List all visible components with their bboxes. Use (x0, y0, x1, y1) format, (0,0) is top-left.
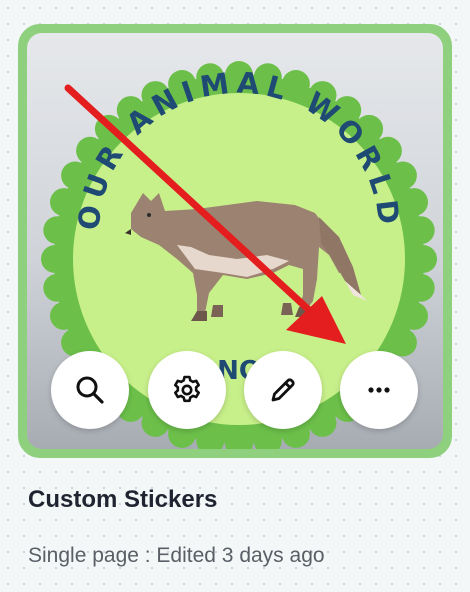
edit-button[interactable] (244, 351, 322, 429)
design-thumbnail[interactable]: OUR ANIMAL WORLD NO (27, 33, 443, 449)
design-card[interactable]: OUR ANIMAL WORLD NO (18, 24, 452, 458)
design-meta: Single page : Edited 3 days ago (28, 544, 325, 567)
search-button[interactable] (51, 351, 129, 429)
more-options-button[interactable] (340, 351, 418, 429)
gear-icon (174, 375, 200, 403)
hover-actions (27, 33, 443, 449)
search-icon (76, 376, 104, 404)
settings-button[interactable] (148, 351, 226, 429)
pencil-icon (271, 378, 295, 402)
more-horizontal-icon (368, 387, 390, 393)
design-title[interactable]: Custom Stickers (28, 486, 217, 514)
